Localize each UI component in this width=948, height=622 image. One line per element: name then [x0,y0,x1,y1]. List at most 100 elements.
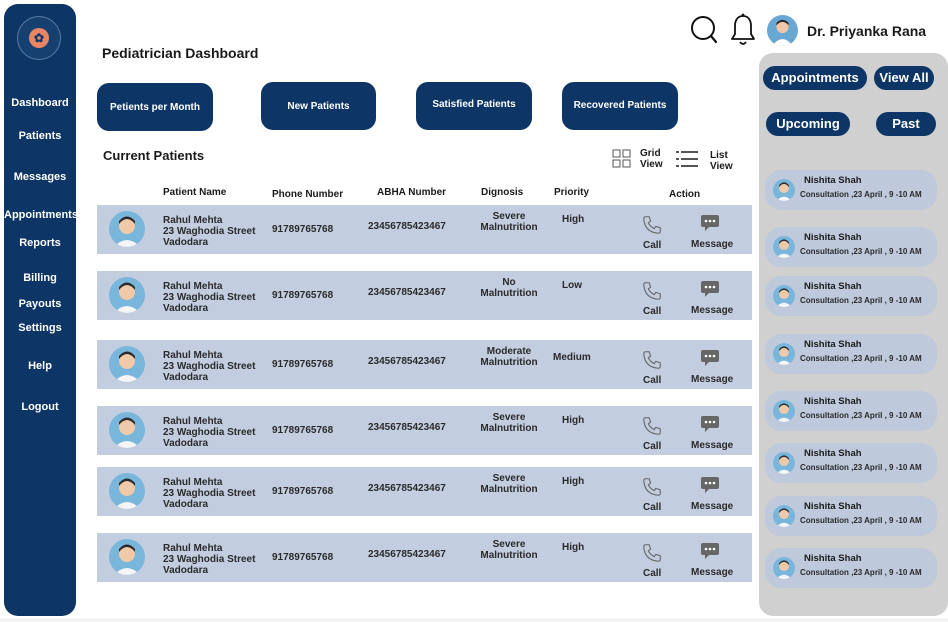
patient-avatar [109,346,145,382]
patient-address-line1: 23 Waghodia Street [163,488,256,499]
appointment-detail: Consultation ,23 April , 9 -10 AM [800,296,922,305]
call-icon[interactable] [641,214,663,241]
call-button[interactable]: Call [643,502,661,513]
sidebar-item-dashboard[interactable]: Dashboard [4,97,76,109]
stat-new-patients-button[interactable]: New Patients [261,82,376,130]
list-view-icon[interactable] [676,150,698,168]
call-icon[interactable] [641,476,663,503]
patient-name-cell[interactable]: Rahul Mehta 23 Waghodia Street Vadodara [163,477,255,510]
appointments-tab[interactable]: Appointments [763,66,867,90]
patient-name-cell[interactable]: Rahul Mehta 23 Waghodia Street Vadodara [163,543,255,576]
bell-icon[interactable] [729,13,757,47]
appointment-detail: Consultation ,23 April , 9 -10 AM [800,411,922,420]
message-icon[interactable] [700,414,720,439]
grid-view-toggle[interactable]: Grid View [640,148,663,170]
patient-address-line1: 23 Waghodia Street [163,292,256,303]
diagnosis-line2: Malnutrition [480,550,538,561]
sidebar-item-reports[interactable]: Reports [4,237,76,249]
doctor-avatar[interactable] [767,15,798,46]
table-row[interactable]: Rahul Mehta 23 Waghodia Street Vadodara 917… [97,271,752,320]
call-button[interactable]: Call [643,375,661,386]
appointment-detail: Consultation ,23 April , 9 -10 AM [800,354,922,363]
table-row[interactable]: Rahul Mehta 23 Waghodia Street Vadodara 917… [97,467,752,516]
appointment-avatar [773,452,795,474]
message-button[interactable]: Message [691,239,733,250]
message-button[interactable]: Message [691,305,733,316]
message-icon[interactable] [700,348,720,373]
message-icon[interactable] [700,541,720,566]
message-button[interactable]: Message [691,567,733,578]
stat-patients-per-month-button[interactable]: Petients per Month [97,83,213,131]
appointment-patient-name: Nishita Shah [804,175,862,186]
message-icon[interactable] [700,213,720,238]
sidebar-item-logout[interactable]: Logout [4,401,76,413]
stat-recovered-patients-button[interactable]: Recovered Patients [562,82,678,130]
sidebar-item-messages[interactable]: Messages [4,171,76,183]
upcoming-tab[interactable]: Upcoming [766,112,850,136]
col-header-phone: Phone Number [272,189,344,200]
appointment-card[interactable]: Nishita Shah Consultation ,23 April , 9 -… [765,334,937,374]
message-icon[interactable] [700,279,720,304]
table-row[interactable]: Rahul Mehta 23 Waghodia Street Vadodara 917… [97,533,752,582]
stat-satisfied-patients-button[interactable]: Satisfied Patients [416,82,532,130]
appointment-card[interactable]: Nishita Shah Consultation ,23 April , 9 -… [765,170,937,210]
diagnosis-cell: No Malnutrition [477,277,541,299]
past-tab[interactable]: Past [876,112,936,136]
call-icon[interactable] [641,415,663,442]
doctor-name[interactable]: Dr. Priyanka Rana [807,23,926,39]
table-row[interactable]: Rahul Mehta 23 Waghodia Street Vadodara 917… [97,406,752,455]
call-button[interactable]: Call [643,240,661,251]
appointment-card[interactable]: Nishita Shah Consultation ,23 April , 9 -… [765,391,937,431]
view-all-button[interactable]: View All [874,66,934,90]
call-button[interactable]: Call [643,568,661,579]
diagnosis-line1: Severe [492,211,526,222]
message-button[interactable]: Message [691,440,733,451]
table-row[interactable]: Rahul Mehta 23 Waghodia Street Vadodara 917… [97,340,752,389]
call-button[interactable]: Call [643,306,661,317]
appointment-avatar [773,285,795,307]
grid-view-icon[interactable] [612,149,632,169]
patient-name-cell[interactable]: Rahul Mehta 23 Waghodia Street Vadodara [163,416,255,449]
sidebar: ✿ Dashboard Patients Messages Appointmen… [4,4,78,616]
appointment-card[interactable]: Nishita Shah Consultation ,23 April , 9 -… [765,443,937,483]
sidebar-item-patients[interactable]: Patients [4,130,76,142]
appointment-avatar [773,505,795,527]
sidebar-item-billing[interactable]: Billing [4,272,76,284]
patient-name-cell[interactable]: Rahul Mehta 23 Waghodia Street Vadodara [163,350,255,383]
patient-address-line2: Vadodara [163,372,209,383]
patient-name-cell[interactable]: Rahul Mehta 23 Waghodia Street Vadodara [163,215,255,248]
sidebar-item-help[interactable]: Help [4,360,76,372]
abha-number: 23456785423467 [368,221,446,232]
appointment-card[interactable]: Nishita Shah Consultation ,23 April , 9 -… [765,276,937,316]
phone-number: 91789765768 [272,224,334,235]
appointment-patient-name: Nishita Shah [804,501,862,512]
priority-badge: High [562,415,585,426]
appointment-avatar [773,557,795,579]
grid-view-label-2: View [640,159,663,170]
sidebar-item-appointments[interactable]: Appointments [4,209,78,221]
call-icon[interactable] [641,542,663,569]
call-icon[interactable] [641,280,663,307]
appointment-card[interactable]: Nishita Shah Consultation ,23 April , 9 -… [765,548,937,588]
message-button[interactable]: Message [691,374,733,385]
current-patients-title: Current Patients [103,148,205,163]
call-button[interactable]: Call [643,441,661,452]
patient-address-line2: Vadodara [163,438,209,449]
patient-avatar [109,473,145,509]
diagnosis-line2: Malnutrition [480,222,538,233]
call-icon[interactable] [641,349,663,376]
patient-address-line2: Vadodara [163,565,209,576]
priority-badge: Low [562,280,582,291]
search-icon[interactable] [690,15,718,45]
abha-number: 23456785423467 [368,549,446,560]
appointment-card[interactable]: Nishita Shah Consultation ,23 April , 9 -… [765,496,937,536]
list-view-toggle[interactable]: List View [710,150,733,172]
sidebar-item-settings[interactable]: Settings [4,322,76,334]
message-button[interactable]: Message [691,501,733,512]
appointment-card[interactable]: Nishita Shah Consultation ,23 April , 9 -… [765,227,937,267]
message-icon[interactable] [700,475,720,500]
table-row[interactable]: Rahul Mehta 23 Waghodia Street Vadodara 917… [97,205,752,254]
sidebar-item-payouts[interactable]: Payouts [4,298,76,310]
patient-name-cell[interactable]: Rahul Mehta 23 Waghodia Street Vadodara [163,281,255,314]
clinic-logo[interactable]: ✿ [17,16,61,60]
